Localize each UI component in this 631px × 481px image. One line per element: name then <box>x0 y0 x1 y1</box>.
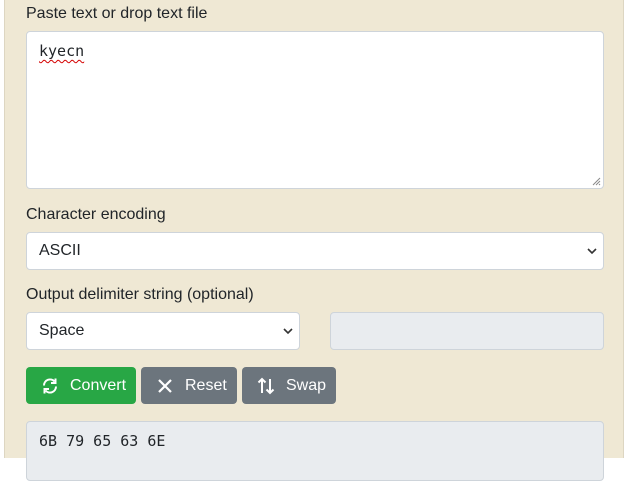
input-label: Paste text or drop text file <box>26 5 208 22</box>
swap-button[interactable]: Swap <box>242 367 336 404</box>
swap-label: Swap <box>286 376 327 394</box>
input-text: kyecn <box>39 42 85 60</box>
resize-grip-icon[interactable] <box>592 177 601 186</box>
convert-label: Convert <box>70 376 127 394</box>
swap-vertical-icon <box>257 377 275 394</box>
reset-label: Reset <box>185 376 227 394</box>
delimiter-select[interactable]: Space <box>26 312 300 350</box>
output-field[interactable]: 6B 79 65 63 6E <box>26 421 604 481</box>
delimiter-selected: Space <box>39 322 85 339</box>
output-text: 6B 79 65 63 6E <box>39 432 166 450</box>
chevron-down-icon <box>587 248 597 255</box>
reset-button[interactable]: Reset <box>141 367 237 404</box>
refresh-icon <box>42 377 58 394</box>
text-input[interactable]: kyecn <box>26 31 604 189</box>
custom-delimiter-input <box>330 312 604 350</box>
encoding-label: Character encoding <box>26 206 166 223</box>
convert-button[interactable]: Convert <box>26 367 136 404</box>
encoding-selected: ASCII <box>39 242 81 259</box>
converter-panel: Paste text or drop text file kyecn Chara… <box>4 0 624 481</box>
delimiter-label: Output delimiter string (optional) <box>26 286 254 303</box>
encoding-select[interactable]: ASCII <box>26 232 604 270</box>
chevron-down-icon <box>283 328 293 335</box>
close-icon <box>158 378 172 393</box>
